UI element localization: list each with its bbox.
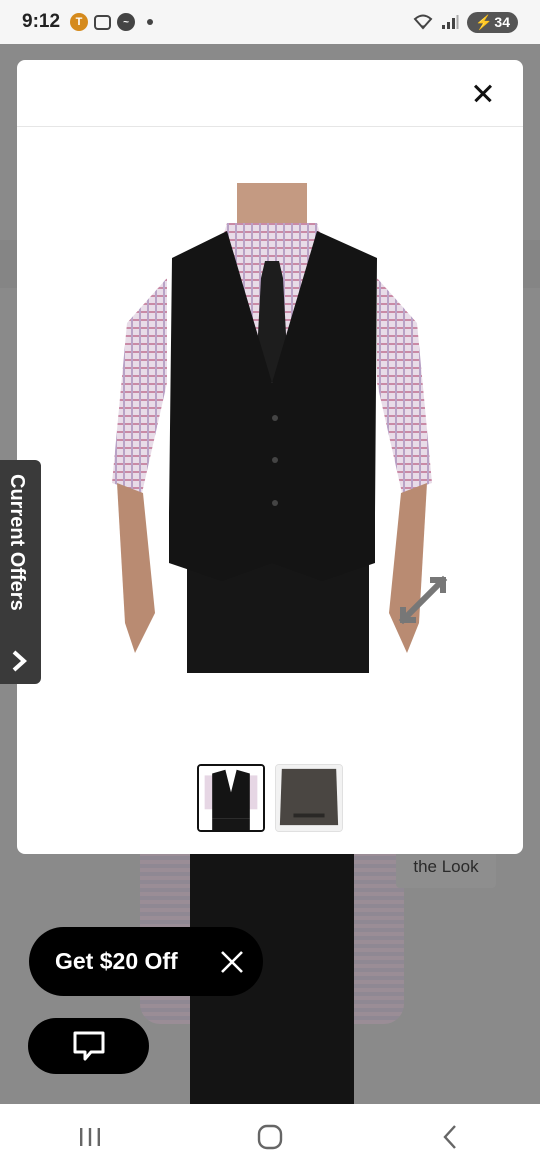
back-icon: [443, 1125, 456, 1149]
chat-icon: [73, 1031, 104, 1061]
promo-banner[interactable]: Get $20 Off: [29, 927, 263, 996]
image-viewer-modal: [17, 60, 523, 854]
dot-icon: [147, 19, 154, 25]
battery-indicator: ⚡ 34: [466, 11, 518, 33]
signal-icon: [441, 15, 459, 29]
system-icons: ⚡ 34: [413, 11, 518, 33]
t-app-icon: T: [70, 13, 89, 31]
close-icon[interactable]: [219, 949, 245, 975]
status-time: 9:12: [22, 11, 61, 32]
thumbnail-front-image: [199, 766, 263, 830]
thumbnail-vest-front[interactable]: [197, 764, 265, 832]
thumbnail-vest-back[interactable]: [275, 764, 343, 832]
chevron-right-icon: [12, 650, 27, 672]
product-image: [112, 183, 432, 673]
home-button[interactable]: [240, 1115, 300, 1159]
back-button[interactable]: [420, 1115, 480, 1159]
notification-icons: T ~: [70, 13, 154, 31]
messenger-icon: ~: [117, 13, 136, 31]
system-nav-bar: [0, 1104, 540, 1170]
wifi-icon: [413, 14, 433, 30]
status-bar: 9:12 T ~ ⚡ 34: [0, 0, 540, 44]
chat-button[interactable]: [28, 1018, 149, 1074]
battery-level: 34: [494, 14, 510, 30]
close-icon[interactable]: [469, 80, 497, 108]
promo-label: Get $20 Off: [55, 948, 178, 974]
recents-button[interactable]: [60, 1115, 120, 1159]
current-offers-tab[interactable]: Current Offers: [0, 460, 41, 684]
home-icon: [257, 1124, 283, 1150]
screenshot-icon: [94, 14, 112, 30]
recents-icon: [80, 1128, 100, 1146]
current-offers-label: Current Offers: [6, 474, 28, 611]
modal-header: [17, 60, 523, 127]
expand-icon[interactable]: [395, 572, 451, 628]
thumbnail-strip: [197, 764, 343, 832]
charging-icon: ⚡: [474, 13, 493, 30]
thumbnail-back-image: [276, 765, 342, 831]
